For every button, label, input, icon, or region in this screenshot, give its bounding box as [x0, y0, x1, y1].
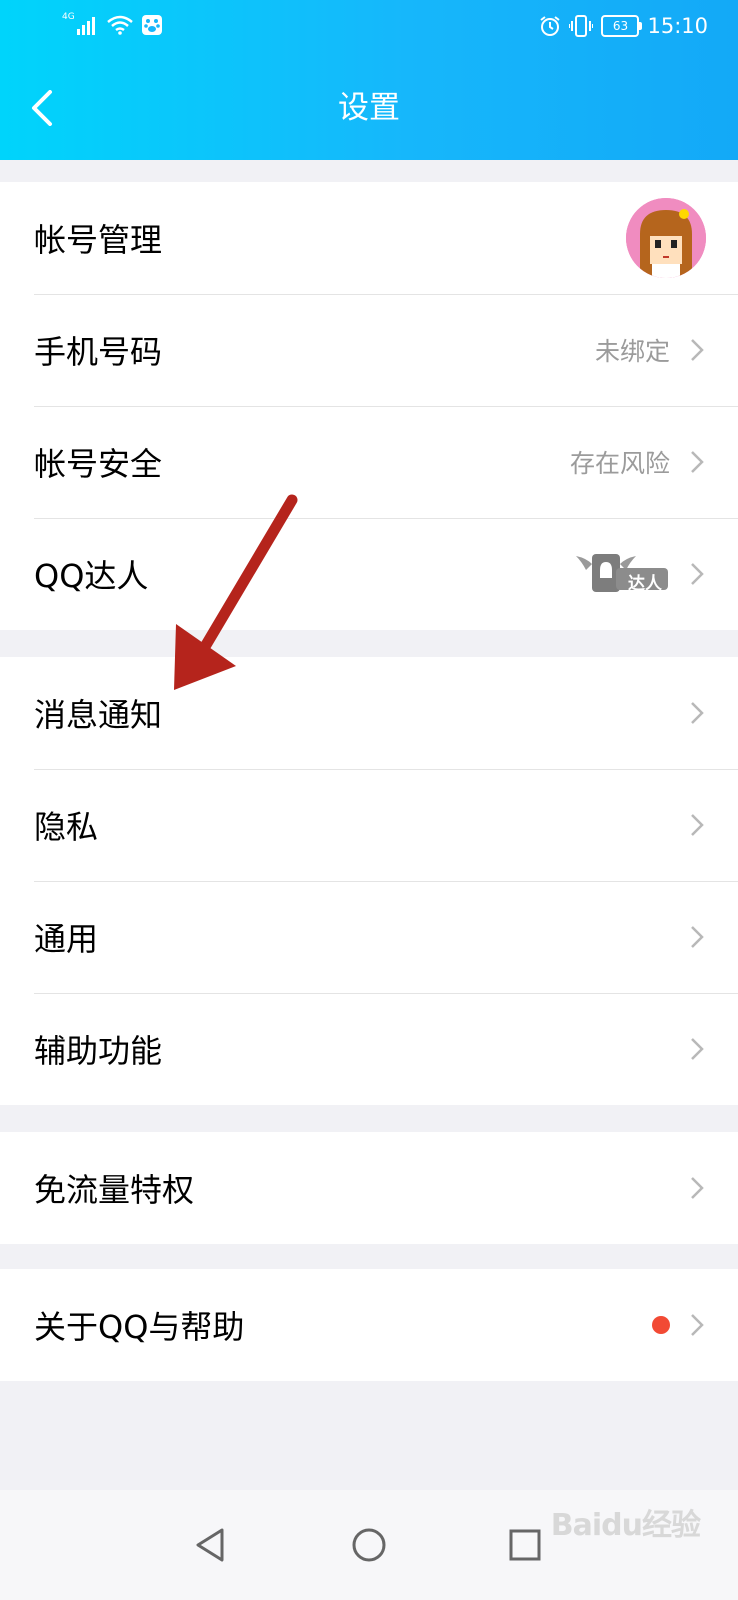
baidu-paw-icon	[141, 14, 163, 36]
account-management-row[interactable]: 帐号管理	[0, 182, 738, 294]
daren-badge-text: 达人	[628, 574, 662, 594]
alarm-icon	[539, 15, 561, 37]
vibrate-icon	[569, 15, 594, 37]
status-bar: 4G 63 15:10	[0, 0, 738, 56]
row-value: 存在风险	[569, 449, 670, 478]
status-time: 15:10	[647, 14, 708, 38]
chevron-right-icon	[691, 926, 704, 948]
general-row[interactable]: 通用	[0, 881, 738, 993]
network-type: 4G	[62, 12, 75, 22]
row-label: 帐号管理	[34, 221, 163, 259]
battery-indicator: 63	[601, 15, 643, 37]
account-security-row[interactable]: 帐号安全 存在风险	[0, 406, 738, 518]
notifications-row[interactable]: 消息通知	[0, 657, 738, 769]
account-group: 帐号管理 手机号码 未绑定 帐号安全 存在风险 QQ达人 达人	[0, 182, 738, 630]
app-header: 4G 63 15:10 设置	[0, 0, 738, 160]
about-group: 关于QQ与帮助	[0, 1269, 738, 1381]
chevron-right-icon	[691, 702, 704, 724]
new-indicator-dot	[652, 1316, 670, 1334]
row-label: 手机号码	[34, 333, 163, 371]
free-data-row[interactable]: 免流量特权	[0, 1132, 738, 1244]
daren-badge: 达人	[572, 548, 670, 598]
chevron-right-icon	[691, 1038, 704, 1060]
row-label: 帐号安全	[34, 445, 163, 483]
baidu-watermark: Baidu经验	[550, 1508, 701, 1543]
recents-square-icon[interactable]	[500, 1520, 550, 1570]
row-label: 关于QQ与帮助	[34, 1308, 245, 1346]
about-help-row[interactable]: 关于QQ与帮助	[0, 1269, 738, 1381]
chevron-right-icon	[691, 451, 704, 473]
data-privilege-group: 免流量特权	[0, 1132, 738, 1244]
row-label: 通用	[34, 920, 99, 958]
settings-group: 消息通知 隐私 通用 辅助功能	[0, 657, 738, 1105]
chevron-right-icon	[691, 1177, 704, 1199]
row-label: 免流量特权	[34, 1171, 195, 1209]
chevron-right-icon	[691, 814, 704, 836]
wifi-icon	[106, 15, 133, 35]
row-label: 隐私	[34, 808, 99, 846]
home-circle-icon[interactable]	[344, 1520, 394, 1570]
row-label: QQ达人	[34, 557, 149, 595]
user-avatar	[626, 198, 706, 278]
row-label: 辅助功能	[34, 1032, 163, 1070]
accessibility-row[interactable]: 辅助功能	[0, 993, 738, 1105]
chevron-right-icon	[691, 563, 704, 585]
row-value: 未绑定	[594, 337, 670, 366]
page-title: 设置	[338, 90, 400, 126]
chevron-right-icon	[691, 1314, 704, 1336]
row-label: 消息通知	[34, 696, 163, 734]
privacy-row[interactable]: 隐私	[0, 769, 738, 881]
chevron-right-icon	[691, 339, 704, 361]
phone-number-row[interactable]: 手机号码 未绑定	[0, 294, 738, 406]
qq-daren-row[interactable]: QQ达人 达人	[0, 518, 738, 630]
back-triangle-icon[interactable]	[186, 1520, 236, 1570]
signal-icon	[76, 15, 97, 35]
